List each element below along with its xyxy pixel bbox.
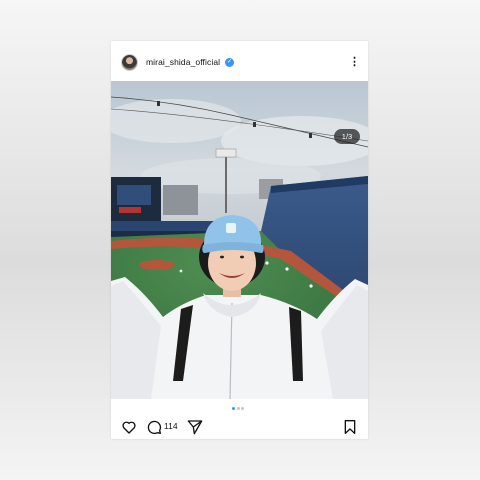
instagram-post-card: mirai_shida_official ✓ ⋮ 1/3 114 bbox=[111, 41, 368, 439]
post-photo[interactable]: 1/3 bbox=[111, 81, 368, 439]
comment-count[interactable]: 114 bbox=[164, 421, 178, 431]
bookmark-icon[interactable] bbox=[342, 419, 358, 435]
stadium-photo bbox=[111, 81, 368, 399]
more-vertical-icon[interactable]: ⋮ bbox=[349, 55, 360, 69]
carousel-dot bbox=[236, 407, 240, 410]
paper-plane-icon[interactable] bbox=[187, 419, 203, 435]
comment-icon[interactable] bbox=[146, 419, 162, 435]
verified-badge-icon: ✓ bbox=[225, 58, 234, 67]
carousel-indicator bbox=[232, 407, 246, 411]
carousel-dot bbox=[241, 407, 244, 410]
username[interactable]: mirai_shida_official bbox=[146, 57, 220, 67]
avatar[interactable] bbox=[121, 54, 138, 71]
post-header: mirai_shida_official ✓ ⋮ bbox=[111, 41, 368, 81]
action-bar: 114 bbox=[111, 399, 368, 439]
heart-icon[interactable] bbox=[121, 419, 137, 435]
carousel-dot bbox=[232, 407, 235, 410]
image-counter: 1/3 bbox=[334, 129, 360, 144]
